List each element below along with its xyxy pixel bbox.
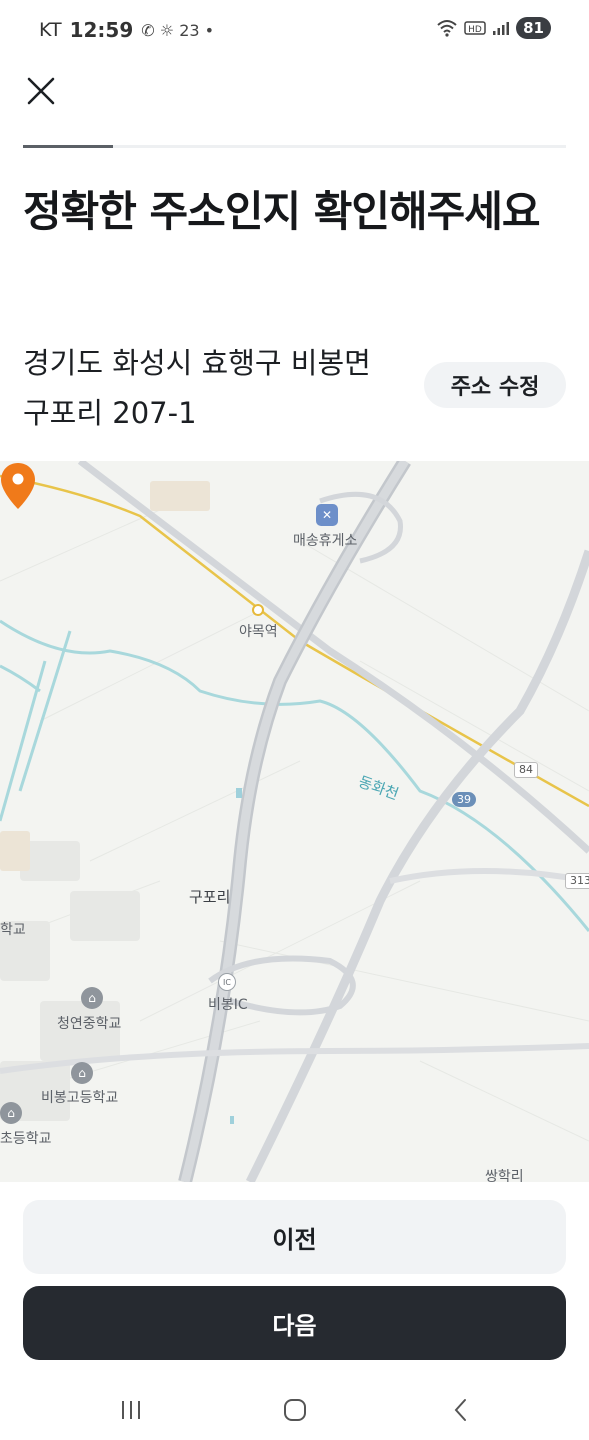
edit-address-button[interactable]: 주소 수정 <box>424 362 566 408</box>
home-button[interactable] <box>275 1394 315 1426</box>
map-label-school2: 비봉고등학교 <box>41 1090 119 1106</box>
previous-button[interactable]: 이전 <box>23 1200 566 1274</box>
road-39-badge: 39 <box>452 792 476 807</box>
close-button[interactable] <box>20 70 62 112</box>
map-label-ssanghak: 쌍학리 <box>485 1169 524 1182</box>
map-label-village: 구포리 <box>189 888 231 906</box>
home-icon <box>284 1399 306 1421</box>
map-label-rest-area: 매송휴게소 <box>293 533 358 549</box>
clock: 12:59 <box>69 18 134 42</box>
weather-icon: ☼ <box>159 20 175 40</box>
rest-area-icon: ✕ <box>316 504 338 526</box>
progress-fill <box>23 145 113 148</box>
location-pin-icon[interactable] <box>0 461 36 511</box>
station-icon <box>252 604 264 616</box>
close-icon <box>27 77 55 105</box>
notification-icons: ✆ ☼ 23 • <box>141 21 214 40</box>
status-bar: KT 12:59 ✆ ☼ 23 • HD 81 <box>0 0 589 62</box>
progress-bar <box>23 145 566 148</box>
next-button[interactable]: 다음 <box>23 1286 566 1360</box>
wifi-icon <box>437 20 457 37</box>
map-label-school3: 초등학교 <box>0 1131 52 1147</box>
recent-apps-button[interactable] <box>111 1394 151 1426</box>
map-label-school-left: 학교 <box>0 922 26 938</box>
map-label-ic: 비봉IC <box>208 997 248 1013</box>
system-nav-bar <box>0 1380 589 1440</box>
status-right: HD 81 <box>436 17 551 39</box>
hd-icon: HD <box>464 21 486 35</box>
page-title: 정확한 주소인지 확인해주세요 <box>23 187 541 236</box>
school-icon: ⌂ <box>0 1102 22 1124</box>
school-icon: ⌂ <box>71 1062 93 1084</box>
svg-text:HD: HD <box>468 25 482 35</box>
map-label-school1: 청연중학교 <box>57 1016 122 1032</box>
road-84-badge: 84 <box>514 762 538 778</box>
map-view[interactable]: ✕ 매송휴게소 야목역 동화천 84 39 313 구포리 IC 비봉IC 학교… <box>0 461 589 1182</box>
signal-icon <box>493 22 510 35</box>
status-left: KT 12:59 ✆ ☼ 23 • <box>39 18 214 42</box>
ic-icon: IC <box>218 973 236 991</box>
more-dot-icon: • <box>204 20 215 40</box>
school-icon: ⌂ <box>81 987 103 1009</box>
back-icon <box>454 1399 466 1421</box>
notification-count: 23 <box>179 20 200 40</box>
road-313-badge: 313 <box>565 873 589 889</box>
battery-level: 81 <box>516 17 551 39</box>
address-text: 경기도 화성시 효행구 비봉면 구포리 207-1 <box>23 346 371 430</box>
missed-call-icon: ✆ <box>141 20 155 40</box>
back-button[interactable] <box>441 1394 481 1426</box>
recent-apps-icon <box>122 1401 140 1419</box>
carrier: KT <box>39 19 62 41</box>
map-label-station: 야목역 <box>239 624 278 640</box>
